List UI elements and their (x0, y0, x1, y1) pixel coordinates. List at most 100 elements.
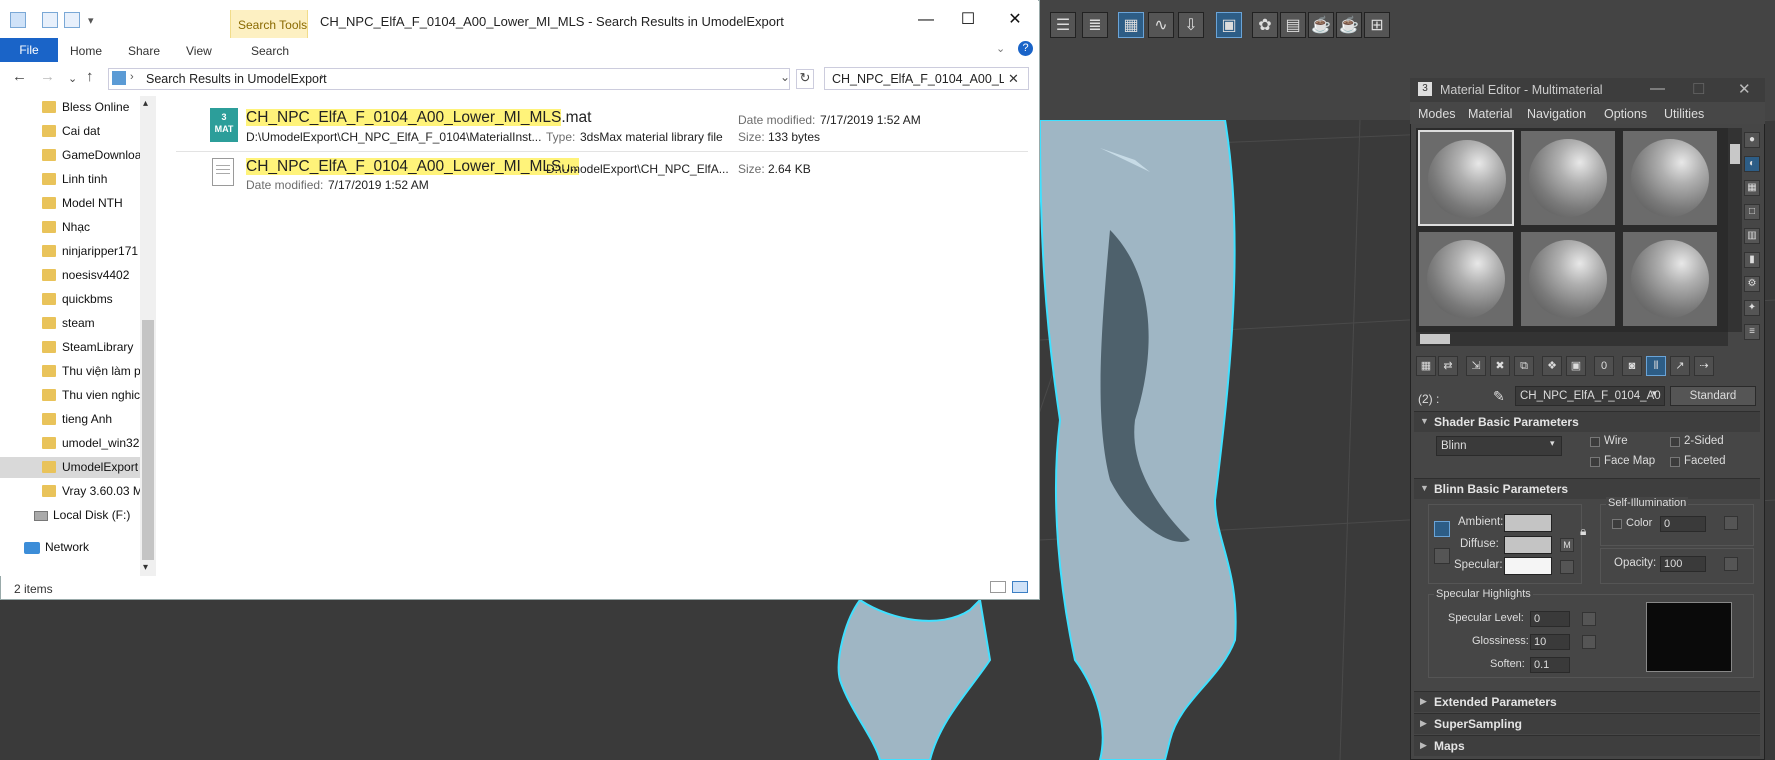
rollout-supersampling[interactable]: ▶ SuperSampling (1414, 713, 1760, 734)
put-to-library-icon[interactable]: ▣ (1566, 356, 1586, 376)
backlight-icon[interactable]: ◐ (1744, 156, 1760, 172)
rendered-frame-window-icon[interactable]: ▤ (1280, 12, 1306, 38)
sidebar-item[interactable]: Bless Online (0, 97, 140, 118)
lock-icon[interactable]: 🔒︎ (1580, 524, 1586, 539)
scroll-down-icon[interactable]: ▾ (143, 562, 148, 573)
copy-material-icon[interactable]: ❖ (1542, 356, 1562, 376)
sidebar-item[interactable]: Linh tinh (0, 169, 140, 190)
glossiness-spinner[interactable]: 10 (1530, 634, 1570, 650)
glossiness-map-button[interactable] (1582, 635, 1596, 649)
rollout-extended-parameters[interactable]: ▶ Extended Parameters (1414, 691, 1760, 712)
properties-icon[interactable] (42, 12, 58, 28)
tab-view[interactable]: View (186, 44, 212, 58)
go-forward-to-sibling-icon[interactable]: ⇢ (1694, 356, 1714, 376)
sample-slot[interactable] (1622, 130, 1718, 226)
sample-slot[interactable] (1418, 231, 1514, 327)
sample-uv-tiling-icon[interactable]: □ (1744, 204, 1760, 220)
render-production-icon[interactable]: ☕ (1308, 12, 1334, 38)
sidebar-item-network[interactable]: Network (45, 540, 89, 554)
new-folder-icon[interactable] (64, 12, 80, 28)
maximize-icon[interactable]: ☐ (1692, 80, 1705, 98)
sidebar-item[interactable]: noesisv4402 (0, 265, 140, 286)
maximize-icon[interactable]: ☐ (958, 10, 978, 30)
assign-to-selection-icon[interactable]: ⇲ (1466, 356, 1486, 376)
scroll-up-icon[interactable]: ▴ (143, 98, 148, 109)
faceted-checkbox[interactable] (1670, 457, 1680, 467)
put-to-scene-icon[interactable]: ⇄ (1438, 356, 1458, 376)
rollout-maps[interactable]: ▶ Maps (1414, 735, 1760, 756)
toggle-scene-explorer-icon[interactable]: ▦ (1118, 12, 1144, 38)
material-name-field[interactable]: CH_NPC_ElfA_F_0104_A0 (1515, 386, 1665, 406)
sidebar-item[interactable]: Cai dat (0, 121, 140, 142)
sidebar-item[interactable]: steam (0, 313, 140, 334)
back-icon[interactable]: ← (12, 68, 27, 85)
scrollbar-thumb[interactable] (142, 320, 154, 560)
material-type-button[interactable]: Standard (1670, 386, 1756, 406)
search-input[interactable]: CH_NPC_ElfA_F_0104_A00_Lower_MI_MLS (832, 72, 1004, 86)
render-iterative-icon[interactable]: ☕ (1336, 12, 1362, 38)
curve-editor-icon[interactable]: ∿ (1148, 12, 1174, 38)
make-preview-icon[interactable]: ▮ (1744, 252, 1760, 268)
explorer-app-icon[interactable] (10, 12, 26, 28)
menu-modes[interactable]: Modes (1418, 107, 1456, 121)
rollout-blinn-basic[interactable]: ▼ Blinn Basic Parameters (1414, 478, 1760, 499)
sample-slot-selected[interactable] (1418, 130, 1514, 226)
content-view-icon[interactable] (1012, 581, 1028, 593)
render-activeshade-icon[interactable]: ⊞ (1364, 12, 1390, 38)
reset-map-icon[interactable]: ✖ (1490, 356, 1510, 376)
ambient-color-swatch[interactable] (1504, 514, 1552, 532)
shader-dropdown-icon[interactable]: ▾ (1550, 438, 1555, 449)
material-editor-icon[interactable]: ▣ (1216, 12, 1242, 38)
help-icon[interactable]: ? (1018, 41, 1033, 56)
background-icon[interactable]: ▦ (1744, 180, 1760, 196)
material-navigator-icon[interactable]: ≡ (1744, 324, 1760, 340)
sidebar-item[interactable]: Vray 3.60.03 Ma (0, 481, 140, 502)
select-by-material-icon[interactable]: ✦ (1744, 300, 1760, 316)
diffuse-color-swatch[interactable] (1504, 536, 1552, 554)
render-setup-icon[interactable]: ✿ (1252, 12, 1278, 38)
sidebar-item[interactable]: SteamLibrary (0, 337, 140, 358)
tab-search[interactable]: Search (251, 44, 289, 58)
self-illum-color-checkbox[interactable] (1612, 519, 1622, 529)
show-end-result-icon[interactable]: ⫴ (1646, 356, 1666, 376)
sample-type-icon[interactable]: ● (1744, 132, 1760, 148)
sidebar-item[interactable]: tieng Anh (0, 409, 140, 430)
sidebar-item-selected[interactable]: UmodelExport (0, 457, 140, 478)
rollout-shader-basic[interactable]: ▼ Shader Basic Parameters (1414, 411, 1760, 432)
recent-locations-icon[interactable]: ⌄ (68, 72, 77, 85)
make-unique-icon[interactable]: ⧉ (1514, 356, 1534, 376)
forward-icon[interactable]: → (40, 68, 55, 85)
specular-color-swatch[interactable] (1504, 557, 1552, 575)
material-id-channel-icon[interactable]: 0 (1594, 356, 1614, 376)
tab-home[interactable]: Home (70, 44, 102, 58)
lock-diffuse-specular-icon[interactable] (1434, 548, 1450, 564)
sidebar-item[interactable]: Thu vien nghic (0, 385, 140, 406)
face-map-checkbox[interactable] (1590, 457, 1600, 467)
two-sided-checkbox[interactable] (1670, 437, 1680, 447)
up-icon[interactable]: ↑ (86, 68, 94, 85)
scrollbar-thumb[interactable] (1730, 144, 1740, 164)
sample-slot[interactable] (1520, 231, 1616, 327)
sidebar-item[interactable]: Model NTH (0, 193, 140, 214)
clear-search-icon[interactable]: ✕ (1008, 71, 1019, 87)
menu-utilities[interactable]: Utilities (1664, 107, 1704, 121)
wire-checkbox[interactable] (1590, 437, 1600, 447)
video-color-check-icon[interactable]: ▥ (1744, 228, 1760, 244)
sidebar-item[interactable]: ninjaripper171 (0, 241, 140, 262)
go-to-parent-icon[interactable]: ↗ (1670, 356, 1690, 376)
breadcrumb-chevron-icon[interactable]: › (320, 71, 324, 83)
self-illum-map-button[interactable] (1724, 516, 1738, 530)
menu-navigation[interactable]: Navigation (1527, 107, 1586, 121)
sidebar-item[interactable]: Thu viện làm p (0, 361, 140, 382)
menu-options[interactable]: Options (1604, 107, 1647, 121)
sidebar-item[interactable]: quickbms (0, 289, 140, 310)
get-material-icon[interactable]: ▦ (1416, 356, 1436, 376)
result-filename[interactable]: CH_NPC_ElfA_F_0104_A00_Lower_MI_MLS.mat (246, 109, 592, 127)
opacity-spinner[interactable]: 100 (1660, 556, 1706, 572)
sample-slot[interactable] (1520, 130, 1616, 226)
shader-type-select[interactable]: Blinn (1436, 436, 1562, 456)
refresh-icon[interactable]: ↻ (796, 69, 814, 89)
scrollbar-thumb[interactable] (1420, 334, 1450, 344)
tab-share[interactable]: Share (128, 44, 160, 58)
details-view-icon[interactable] (990, 581, 1006, 593)
